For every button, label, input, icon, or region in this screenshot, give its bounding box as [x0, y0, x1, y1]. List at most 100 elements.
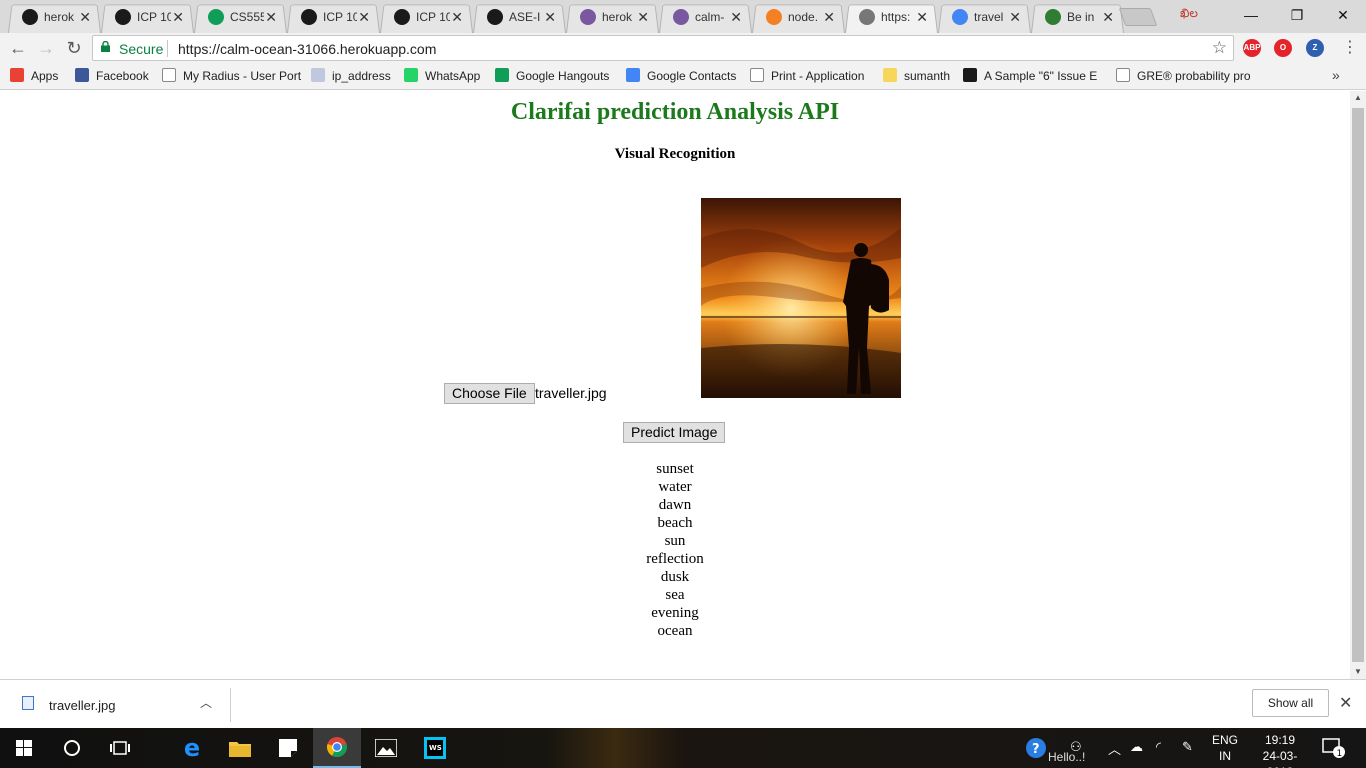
chevron-up-icon[interactable]: ︿: [200, 694, 212, 711]
tab-title: calm-: [695, 10, 725, 24]
windows-taskbar: e WS ? Hello..! ⚇ ︿ ☁ ◜ ✎ ENG IN 19:19 2…: [0, 728, 1366, 768]
photos-icon: [375, 739, 397, 757]
profile-label[interactable]: ఖిల: [1180, 6, 1198, 23]
tab-close-icon[interactable]: ✕: [637, 9, 649, 25]
opera-icon[interactable]: O: [1274, 39, 1292, 57]
browser-tab[interactable]: ASE-I ✕: [473, 2, 566, 33]
tab-title: ICP 10: [323, 10, 357, 24]
prediction-tag: water: [658, 479, 692, 495]
tab-close-icon[interactable]: ✕: [1102, 9, 1114, 25]
tab-title: ASE-I: [509, 10, 541, 24]
prediction-tag: dawn: [658, 497, 692, 513]
apps-icon: [10, 68, 24, 82]
bookmarks-overflow-icon[interactable]: »: [1332, 67, 1340, 83]
tab-close-icon[interactable]: ✕: [265, 9, 277, 25]
bookmark-item[interactable]: A Sample "6" Issue E: [963, 68, 1103, 85]
tab-close-icon[interactable]: ✕: [916, 9, 928, 25]
sticky-notes-app[interactable]: [264, 728, 312, 768]
bookmark-item[interactable]: WhatsApp: [404, 68, 484, 85]
download-file-name[interactable]: traveller.jpg: [49, 698, 115, 713]
bookmark-label: ip_address: [332, 69, 391, 83]
bookmark-item[interactable]: Google Hangouts: [495, 68, 615, 85]
back-button[interactable]: ←: [6, 37, 30, 59]
tab-close-icon[interactable]: ✕: [358, 9, 370, 25]
tab-close-icon[interactable]: ✕: [172, 9, 184, 25]
minimize-button[interactable]: —: [1228, 4, 1274, 26]
browser-tab[interactable]: Be in ✕: [1031, 2, 1124, 33]
reload-button[interactable]: ↻: [62, 37, 86, 59]
browser-tab[interactable]: calm- ✕: [659, 2, 752, 33]
prediction-tag: sunset: [656, 461, 694, 477]
browser-tab[interactable]: herok ✕: [8, 2, 101, 33]
google-icon: [952, 9, 968, 25]
tab-close-icon[interactable]: ✕: [79, 9, 91, 25]
photos-app[interactable]: [362, 728, 410, 768]
page-icon: [859, 9, 875, 25]
edge-icon: e: [183, 734, 201, 762]
tab-close-icon[interactable]: ✕: [823, 9, 835, 25]
people-icon[interactable]: ⚇: [1070, 739, 1082, 755]
cortana-button[interactable]: [48, 728, 96, 768]
language-indicator[interactable]: ENG IN: [1212, 732, 1238, 764]
bookmark-item[interactable]: Print - Application: [750, 68, 874, 85]
predict-image-button[interactable]: Predict Image: [623, 422, 726, 443]
ets-icon: [963, 68, 977, 82]
tab-close-icon[interactable]: ✕: [1009, 9, 1021, 25]
browser-tab[interactable]: travel ✕: [938, 2, 1031, 33]
clock[interactable]: 19:19 24-03-2018: [1254, 732, 1306, 768]
browser-tab[interactable]: herok ✕: [566, 2, 659, 33]
browser-tab[interactable]: ICP 10 ✕: [101, 2, 194, 33]
task-view-button[interactable]: [96, 728, 144, 768]
forward-button[interactable]: →: [34, 37, 58, 59]
scroll-up-icon[interactable]: ▲: [1350, 93, 1366, 102]
bookmark-item[interactable]: Google Contacts: [626, 68, 738, 85]
close-icon[interactable]: ✕: [1339, 693, 1352, 713]
vertical-scrollbar[interactable]: ▲ ▼: [1350, 91, 1366, 679]
scroll-down-icon[interactable]: ▼: [1350, 667, 1366, 676]
github-icon: [394, 9, 410, 25]
restore-button[interactable]: ❐: [1274, 4, 1320, 26]
start-button[interactable]: [0, 728, 48, 768]
show-all-button[interactable]: Show all: [1252, 689, 1329, 717]
browser-tab[interactable]: CS555 ✕: [194, 2, 287, 33]
pen-icon[interactable]: ✎: [1182, 739, 1193, 755]
menu-kebab-icon[interactable]: ⋮: [1342, 39, 1358, 57]
tab-close-icon[interactable]: ✕: [730, 9, 742, 25]
page-title: Clarifai prediction Analysis API: [510, 99, 840, 125]
new-tab-button[interactable]: [1118, 8, 1158, 26]
close-window-button[interactable]: ✕: [1320, 4, 1366, 26]
browser-tab[interactable]: node. ✕: [752, 2, 845, 33]
bookmark-item[interactable]: GRE® probability pro: [1116, 68, 1256, 85]
file-explorer-app[interactable]: [216, 728, 264, 768]
edge-app[interactable]: e: [168, 728, 216, 768]
browser-tab[interactable]: ICP 10 ✕: [287, 2, 380, 33]
bookmark-star-icon[interactable]: ☆: [1212, 38, 1227, 58]
bookmark-item[interactable]: Facebook: [75, 68, 153, 85]
bookmark-item[interactable]: Apps: [10, 68, 66, 85]
help-icon[interactable]: ?: [1025, 737, 1047, 762]
bookmark-item[interactable]: sumanth: [883, 68, 953, 85]
lock-icon: [101, 41, 110, 52]
tab-close-icon[interactable]: ✕: [451, 9, 463, 25]
chrome-app[interactable]: [313, 728, 361, 768]
chrome-icon: [327, 737, 347, 758]
prediction-tag: beach: [657, 515, 693, 531]
bookmark-item[interactable]: ip_address: [311, 68, 397, 85]
address-bar[interactable]: Secure https://calm-ocean-31066.herokuap…: [92, 35, 1234, 61]
choose-file-button[interactable]: Choose File: [444, 383, 535, 404]
prediction-tag: ocean: [657, 623, 693, 639]
adblock-icon[interactable]: ABP: [1243, 39, 1261, 57]
webstorm-app[interactable]: WS: [411, 728, 459, 768]
tab-close-icon[interactable]: ✕: [544, 9, 556, 25]
wifi-icon[interactable]: ◜: [1156, 739, 1161, 755]
action-center-icon[interactable]: 1: [1322, 737, 1346, 762]
zotero-icon[interactable]: Z: [1306, 39, 1324, 57]
download-shelf: traveller.jpg ︿ Show all ✕: [0, 679, 1366, 728]
onedrive-icon[interactable]: ☁: [1130, 739, 1143, 755]
chevron-up-icon[interactable]: ︿: [1108, 739, 1121, 758]
scroll-thumb[interactable]: [1352, 108, 1364, 662]
url-text[interactable]: https://calm-ocean-31066.herokuapp.com: [178, 41, 436, 57]
browser-tab[interactable]: https: ✕: [845, 2, 938, 33]
browser-tab[interactable]: ICP 10 ✕: [380, 2, 473, 33]
bookmark-item[interactable]: My Radius - User Port: [162, 68, 302, 85]
